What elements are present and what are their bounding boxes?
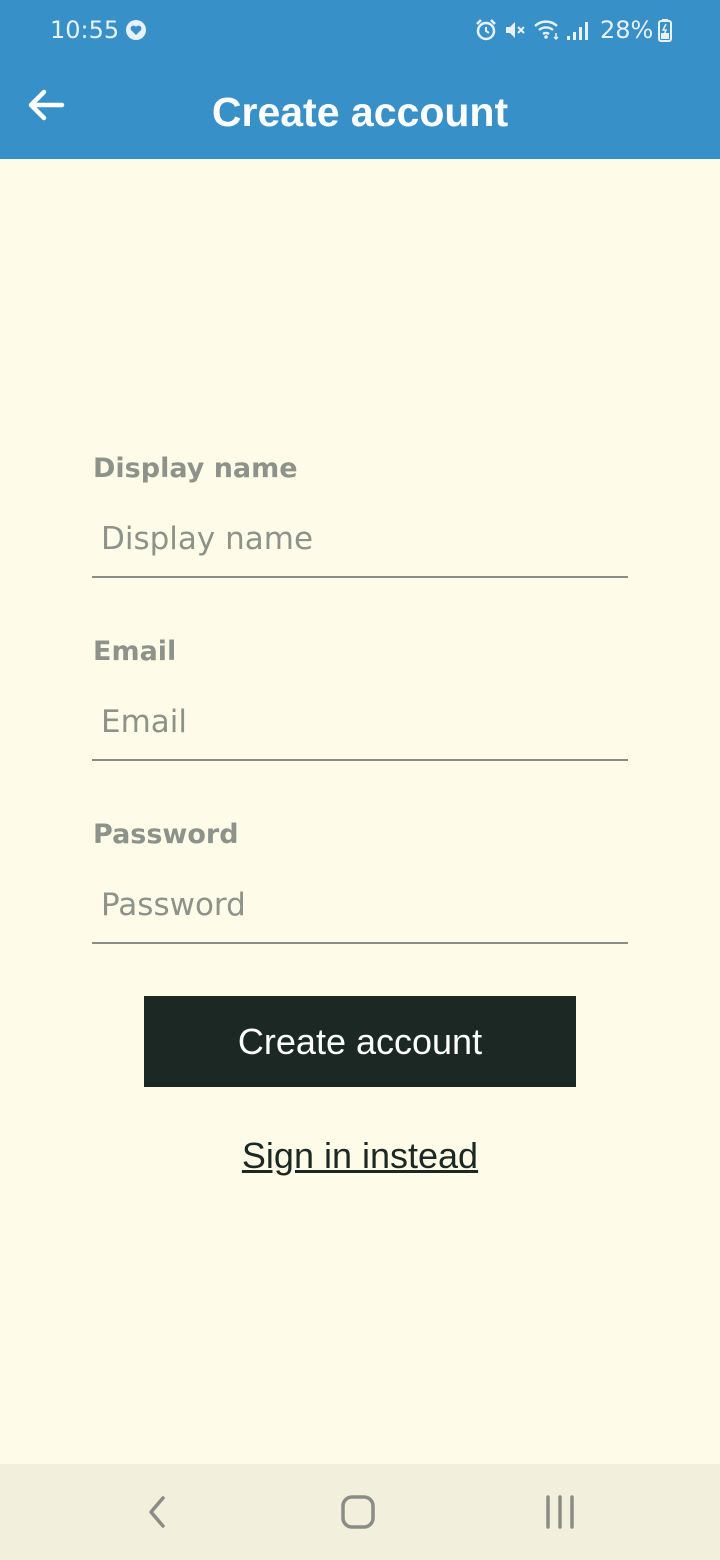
- status-bar: 10:55 28%: [0, 0, 720, 60]
- display-name-label: Display name: [93, 453, 298, 484]
- password-label: Password: [93, 819, 239, 850]
- email-label: Email: [93, 636, 177, 667]
- status-time: 10:55: [50, 16, 120, 44]
- app-bar: Create account: [0, 60, 720, 159]
- battery-percent: 28%: [600, 16, 654, 44]
- signin-link-row: Sign in instead: [0, 1134, 720, 1178]
- nav-back-icon[interactable]: [142, 1492, 172, 1532]
- heart-icon: [126, 20, 146, 40]
- email-input[interactable]: [92, 685, 628, 761]
- create-account-button[interactable]: Create account: [144, 996, 576, 1087]
- page-title: Create account: [211, 89, 509, 135]
- password-input[interactable]: [92, 868, 628, 944]
- battery-icon: [658, 19, 672, 42]
- signal-icon: [567, 22, 588, 40]
- display-name-input[interactable]: [92, 502, 628, 578]
- nav-home-icon[interactable]: [340, 1492, 376, 1532]
- wifi-icon: [534, 20, 559, 41]
- system-nav-bar: [0, 1464, 720, 1560]
- sign-in-instead-link[interactable]: Sign in instead: [242, 1135, 478, 1176]
- nav-recents-icon[interactable]: [543, 1492, 577, 1532]
- top-bar: 10:55 28% Create account: [0, 0, 720, 159]
- alarm-icon: [476, 19, 496, 41]
- mute-icon: [506, 22, 525, 38]
